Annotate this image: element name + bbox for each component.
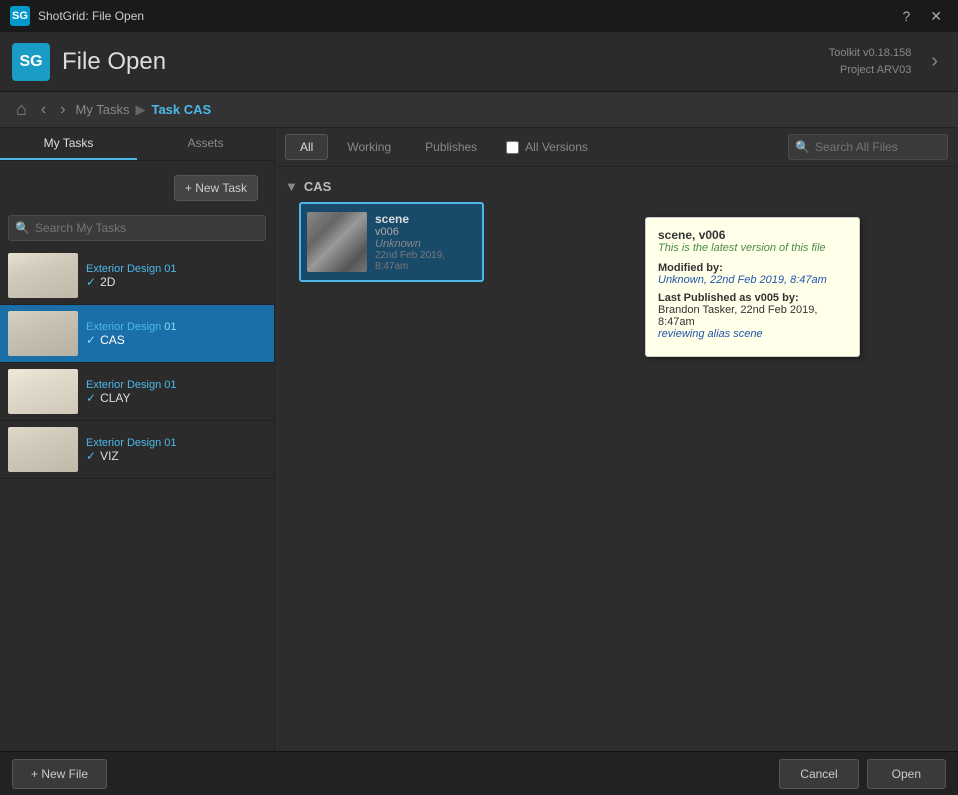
task-item-cas[interactable]: Exterior Design 01 ✓ CAS [0,305,274,363]
tooltip-published-comment: reviewing alias scene [658,328,847,340]
task-name-cas: ✓ CAS [86,333,266,347]
search-tasks-box: 🔍 [8,215,266,241]
tooltip-latest: This is the latest version of this file [658,242,847,254]
tab-all[interactable]: All [285,134,328,160]
file-tooltip: scene, v006 This is the latest version o… [645,217,860,357]
shotgrid-logo: SG [12,43,50,81]
file-version-scene: v006 [375,226,476,238]
file-thumb-scene [307,212,367,272]
search-files-wrap: 🔍 [788,134,948,160]
task-name-clay: ✓ CLAY [86,391,266,405]
tab-assets[interactable]: Assets [137,128,274,160]
left-tabs: My Tasks Assets [0,128,274,161]
search-files-icon: 🔍 [795,140,810,154]
task-thumb-viz [8,427,78,472]
folder-name: CAS [304,179,331,194]
file-info-scene: scene v006 Unknown 22nd Feb 2019, 8:47am [375,212,476,272]
right-panel: All Working Publishes All Versions 🔍 ▼ C… [275,128,958,751]
task-list: Exterior Design 01 ✓ 2D E [0,247,274,751]
breadcrumb-task-label: Task CAS [151,102,211,117]
main-content: My Tasks Assets + New Task 🔍 Exterior De… [0,128,958,751]
forward-button[interactable]: › [56,99,69,121]
check-icon-clay: ✓ [86,391,96,405]
window-title: ShotGrid: File Open [38,9,888,23]
breadcrumb-my-tasks[interactable]: My Tasks [76,102,130,117]
task-info-viz: Exterior Design 01 ✓ VIZ [86,437,266,463]
task-name-2d: ✓ 2D [86,275,266,289]
tab-publishes[interactable]: Publishes [410,134,492,160]
folder-arrow-icon[interactable]: ▼ [285,179,298,194]
project-label: Project ARV03 [829,62,912,79]
action-buttons: Cancel Open [779,759,946,789]
logo-text: SG [19,53,42,71]
new-file-button[interactable]: + New File [12,759,107,789]
task-item-viz[interactable]: Exterior Design 01 ✓ VIZ [0,421,274,479]
check-icon-2d: ✓ [86,275,96,289]
search-files-input[interactable] [788,134,948,160]
task-project-viz: Exterior Design 01 [86,437,266,449]
home-button[interactable]: ⌂ [12,97,31,122]
task-thumb-img-viz [8,427,78,472]
tooltip-published-value: Brandon Tasker, 22nd Feb 2019, 8:47am [658,304,847,328]
task-info-clay: Exterior Design 01 ✓ CLAY [86,379,266,405]
task-thumb-img-2d [8,253,78,298]
task-name-viz: ✓ VIZ [86,449,266,463]
all-versions-label[interactable]: All Versions [525,140,588,154]
tooltip-modified-label: Modified by: [658,262,847,274]
check-icon-cas: ✓ [86,333,96,347]
check-icon-viz: ✓ [86,449,96,463]
help-button[interactable]: ? [896,6,916,27]
app-icon-text: SG [12,10,28,22]
task-thumb-cas [8,311,78,356]
titlebar: SG ShotGrid: File Open ? ✕ [0,0,958,32]
header: SG File Open Toolkit v0.18.158 Project A… [0,32,958,92]
folder-header-cas: ▼ CAS [283,175,950,198]
close-button[interactable]: ✕ [924,6,948,27]
task-thumb-img-cas [8,311,78,356]
cancel-button[interactable]: Cancel [779,759,858,789]
task-project-2d: Exterior Design 01 [86,263,266,275]
task-thumb-clay [8,369,78,414]
toolkit-info: Toolkit v0.18.158 Project ARV03 [829,45,912,78]
search-tasks-input[interactable] [8,215,266,241]
tab-working[interactable]: Working [332,134,406,160]
task-project-cas: Exterior Design 01 [86,321,266,333]
file-date-scene: 22nd Feb 2019, 8:47am [375,250,476,272]
tooltip-title: scene, v006 [658,228,847,242]
breadcrumb-separator: ▶ [135,102,145,118]
back-button[interactable]: ‹ [37,99,50,121]
task-info-cas: Exterior Design 01 ✓ CAS [86,321,266,347]
all-versions-checkbox[interactable] [506,141,519,154]
file-browser: ▼ CAS scene v006 Unknown 22nd Feb 2019, … [275,167,958,751]
page-title: File Open [62,48,817,76]
forward-nav-arrow[interactable]: › [923,46,946,77]
task-thumb-img-clay [8,369,78,414]
task-item-clay[interactable]: Exterior Design 01 ✓ CLAY [0,363,274,421]
tooltip-published-section: Last Published as v005 by: Brandon Taske… [658,292,847,340]
tooltip-modified-section: Modified by: Unknown, 22nd Feb 2019, 8:4… [658,262,847,286]
tab-my-tasks[interactable]: My Tasks [0,128,137,160]
new-task-button[interactable]: + New Task [174,175,258,201]
bottom-bar: + New File Cancel Open [0,751,958,795]
search-tasks-icon: 🔍 [15,221,30,235]
toolkit-version: Toolkit v0.18.158 [829,45,912,62]
file-card-scene[interactable]: scene v006 Unknown 22nd Feb 2019, 8:47am [299,202,484,282]
open-button[interactable]: Open [867,759,946,789]
title-controls: ? ✕ [896,6,948,27]
task-item-2d[interactable]: Exterior Design 01 ✓ 2D [0,247,274,305]
app-icon: SG [10,6,30,26]
tooltip-modified-value: Unknown, 22nd Feb 2019, 8:47am [658,274,847,286]
task-info-2d: Exterior Design 01 ✓ 2D [86,263,266,289]
task-project-clay: Exterior Design 01 [86,379,266,391]
right-tabs: All Working Publishes All Versions 🔍 [275,128,958,167]
left-panel: My Tasks Assets + New Task 🔍 Exterior De… [0,128,275,751]
breadcrumb: ⌂ ‹ › My Tasks ▶ Task CAS [0,92,958,128]
file-thumb-img-scene [307,212,367,272]
task-thumb-2d [8,253,78,298]
file-author-scene: Unknown [375,238,476,250]
all-versions-checkbox-group: All Versions [506,140,588,154]
file-name-scene: scene [375,212,476,226]
tooltip-published-label: Last Published as v005 by: [658,292,847,304]
